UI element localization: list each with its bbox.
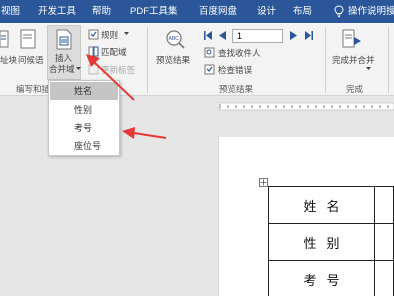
finish-merge-button[interactable]: 完成并合并 [332, 54, 375, 66]
finish-merge-icon [342, 29, 361, 48]
check-errors-icon [204, 64, 215, 75]
group-preview-label: 预览结果 [219, 84, 254, 94]
insert-merge-field-label-2: 合并域 [49, 64, 75, 74]
greeting-line-icon [20, 29, 36, 49]
document-table: 姓名 性别 考号 [268, 186, 394, 296]
group-write-insert-label: 编写和插 [16, 84, 51, 94]
insert-merge-field-button[interactable]: 插入 合并域 [47, 25, 81, 80]
group-separator [388, 27, 389, 93]
preview-results-icon: ABC [166, 30, 185, 49]
tab-baidu-netdisk[interactable]: 百度网盘 [199, 0, 237, 23]
next-record-icon[interactable] [290, 31, 297, 40]
merge-field-item[interactable]: 座位号 [50, 137, 118, 155]
lightbulb-icon [334, 5, 344, 18]
last-record-icon[interactable] [305, 31, 313, 40]
previous-record-icon[interactable] [219, 31, 226, 40]
chevron-down-icon [366, 67, 371, 70]
table-row: 考号 [268, 260, 394, 296]
check-errors-button[interactable]: 检查错误 [218, 64, 252, 76]
group-finish-label: 完成 [346, 84, 364, 94]
record-number-input[interactable] [232, 29, 283, 43]
table-cell[interactable]: 性别 [268, 223, 375, 261]
group-separator [325, 27, 326, 93]
chevron-down-icon [76, 67, 81, 70]
tab-tell-me-search[interactable]: 操作说明搜 [348, 0, 394, 23]
horizontal-ruler [218, 102, 394, 111]
tab-view[interactable]: 视图 [1, 0, 20, 23]
merge-field-item[interactable]: 考号 [50, 119, 118, 137]
rules-button[interactable]: 规则 [101, 29, 118, 41]
annotation-arrow-icon [86, 54, 135, 101]
first-record-icon[interactable] [204, 31, 212, 40]
tab-design[interactable]: 设计 [257, 0, 276, 23]
table-row: 性别 [268, 223, 394, 261]
address-block-button[interactable]: 址块 [0, 54, 17, 66]
tab-help[interactable]: 帮助 [92, 0, 111, 23]
group-separator [147, 27, 148, 93]
insert-merge-field-icon [56, 29, 72, 50]
tab-developer[interactable]: 开发工具 [38, 0, 76, 23]
table-cell[interactable]: 考号 [268, 260, 375, 296]
find-recipient-icon [204, 47, 215, 58]
find-recipient-button[interactable]: 查找收件人 [218, 47, 261, 59]
address-block-icon [0, 30, 9, 48]
chevron-down-icon [124, 32, 129, 35]
table-cell[interactable] [374, 260, 394, 296]
tab-pdf-tools[interactable]: PDF工具集 [130, 0, 178, 23]
table-cell[interactable] [374, 223, 394, 261]
table-move-handle[interactable] [259, 178, 268, 187]
svg-text:ABC: ABC [169, 36, 180, 42]
table-row: 姓名 [268, 186, 394, 224]
table-cell[interactable]: 姓名 [268, 186, 375, 224]
annotation-arrow-icon [122, 127, 167, 139]
ribbon-tab-bar: 视图 开发工具 帮助 PDF工具集 百度网盘 设计 布局 操作说明搜 [0, 0, 394, 23]
rules-icon [88, 29, 99, 40]
preview-results-button[interactable]: 预览结果 [156, 54, 190, 66]
tab-layout[interactable]: 布局 [293, 0, 312, 23]
greeting-line-button[interactable]: 问候语 [18, 54, 44, 66]
table-cell[interactable] [374, 186, 394, 224]
move-cross-icon [260, 179, 267, 186]
